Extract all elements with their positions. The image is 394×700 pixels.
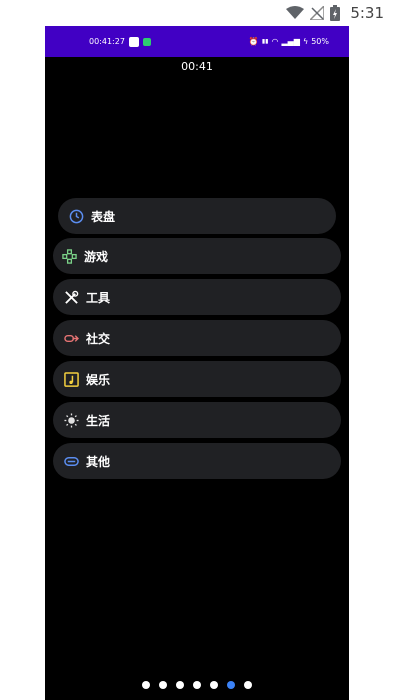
sun-icon <box>63 412 79 428</box>
mirrored-screen: 00:41:27 ⏰ ▮▮ ◠ ▂▄▆ ϟ 50% 00:41 表盘 游戏 工具… <box>45 26 349 700</box>
battery-charging-icon <box>330 5 341 21</box>
menu-item-label: 社交 <box>86 331 111 346</box>
inner-status-bar: 00:41:27 ⏰ ▮▮ ◠ ▂▄▆ ϟ 50% <box>45 26 349 57</box>
signal-icon: ▂▄▆ <box>281 37 300 46</box>
menu-item-tools[interactable]: 工具 <box>53 279 341 315</box>
menu-item-label: 生活 <box>86 413 111 428</box>
menu-item-label: 游戏 <box>84 249 109 264</box>
app-notification-icon <box>128 36 139 47</box>
device-status-bar: 5:31 <box>0 0 394 26</box>
page-dot[interactable] <box>244 681 252 689</box>
wifi-icon <box>286 6 305 20</box>
page-indicator <box>45 681 349 689</box>
charging-icon: ϟ <box>302 37 309 46</box>
wifi-icon: ◠ <box>271 37 279 46</box>
tools-icon <box>63 289 79 305</box>
gamepad-icon <box>61 248 77 264</box>
menu-item-other[interactable]: 其他 <box>53 443 341 479</box>
message-notification-icon <box>142 37 151 46</box>
menu-item-label: 工具 <box>86 290 111 305</box>
menu-item-label: 其他 <box>86 454 111 469</box>
volte-icon: ▮▮ <box>261 38 269 45</box>
music-icon <box>63 371 79 387</box>
device-clock: 5:31 <box>350 4 384 22</box>
menu-item-entertainment[interactable]: 娱乐 <box>53 361 341 397</box>
page-dot[interactable] <box>159 681 167 689</box>
battery-percent: 50% <box>311 37 329 46</box>
page-dot[interactable] <box>193 681 201 689</box>
clock-icon <box>68 208 84 224</box>
page-dot[interactable] <box>176 681 184 689</box>
other-icon <box>63 453 79 469</box>
menu-item-watchface[interactable]: 表盘 <box>58 198 336 234</box>
menu-item-social[interactable]: 社交 <box>53 320 341 356</box>
link-icon <box>63 330 79 346</box>
watch-time: 00:41 <box>181 60 213 73</box>
menu-item-life[interactable]: 生活 <box>53 402 341 438</box>
alarm-icon: ⏰ <box>248 37 259 46</box>
page-dot-active[interactable] <box>227 681 235 689</box>
inner-status-time: 00:41:27 <box>89 37 125 46</box>
menu-item-games[interactable]: 游戏 <box>53 238 341 274</box>
page-dot[interactable] <box>210 681 218 689</box>
menu-item-label: 表盘 <box>91 209 116 224</box>
no-signal-icon <box>310 6 325 20</box>
page-dot[interactable] <box>142 681 150 689</box>
menu-item-label: 娱乐 <box>86 372 111 387</box>
